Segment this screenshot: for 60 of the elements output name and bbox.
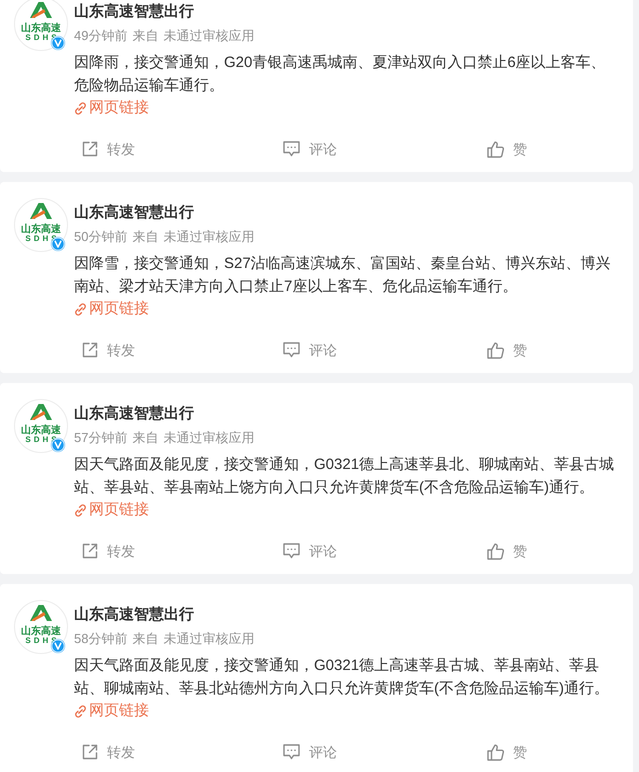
logo-text: 山东高速 — [21, 626, 61, 637]
web-link[interactable]: 网页链接 — [74, 700, 149, 722]
speech-bubble-icon — [283, 543, 300, 559]
logo-mark-icon — [30, 404, 52, 420]
web-link[interactable]: 网页链接 — [74, 499, 149, 521]
source-label: 来自 — [132, 228, 158, 246]
post-time[interactable]: 50分钟前 — [74, 228, 128, 246]
logo-text: 山东高速 — [21, 224, 61, 235]
thumbs-up-icon — [487, 342, 504, 358]
repost-button[interactable]: 转发 — [82, 335, 135, 365]
post-text: 因天气路面及能见度，接交警通知，G0321德上高速莘县古城、莘县南站、莘县站、聊城南站、莘县北站德州方向入口只允许黄牌货车(不含危险品运输车)通行。 — [74, 656, 610, 699]
speech-bubble-icon — [283, 141, 300, 157]
post-source: 未通过审核应用 — [163, 630, 254, 648]
post-source: 未通过审核应用 — [163, 429, 254, 447]
comment-button[interactable]: 评论 — [283, 737, 337, 767]
arrow-out-of-box-icon — [82, 141, 98, 157]
repost-button[interactable]: 转发 — [82, 536, 135, 566]
like-button[interactable]: 赞 — [487, 536, 527, 566]
chain-link-icon — [74, 102, 87, 114]
arrow-out-of-box-icon — [82, 744, 98, 760]
logo-text: 山东高速 — [21, 23, 61, 34]
chain-link-icon — [74, 704, 87, 718]
arrow-out-of-box-icon — [82, 543, 98, 559]
post-text: 因降雨，接交警通知，G20青银高速禹城南、夏津站双向入口禁止6座以上客车、危险物品运输车通行。 — [74, 53, 607, 96]
logo-mark-icon — [30, 203, 52, 219]
speech-bubble-icon — [283, 744, 300, 760]
post-text: 因天气路面及能见度，接交警通知，G0321德上高速莘县北、聊城南站、莘县古城站、莘县站、莘县南站上饶方向入口只允许黄牌货车(不含危险品运输车)通行。 — [74, 455, 616, 498]
repost-button[interactable]: 转发 — [82, 737, 135, 767]
post-source: 未通过审核应用 — [163, 27, 254, 45]
like-button[interactable]: 赞 — [487, 737, 527, 767]
arrow-out-of-box-icon — [82, 342, 98, 358]
thumbs-up-icon — [487, 744, 504, 760]
thumbs-up-icon — [487, 542, 504, 560]
comment-button[interactable]: 评论 — [283, 134, 337, 164]
like-button[interactable]: 赞 — [487, 134, 527, 164]
logo-text: 山东高速 — [21, 425, 61, 436]
web-link[interactable]: 网页链接 — [74, 97, 149, 119]
web-link[interactable]: 网页链接 — [74, 298, 149, 320]
comment-button[interactable]: 评论 — [283, 536, 337, 566]
post-text: 因降雪，接交警通知，S27沾临高速滨城东、富国站、秦皇台站、博兴东站、博兴南站、梁才站天津方向入口禁止7座以上客车、危化品运输车通行。 — [74, 254, 612, 297]
source-label: 来自 — [132, 630, 158, 648]
chain-link-icon — [74, 504, 87, 516]
author-name[interactable]: 山东高速智慧出行 — [74, 404, 194, 424]
speech-bubble-icon — [283, 342, 300, 358]
logo-mark-icon — [30, 2, 52, 18]
post-time[interactable]: 57分钟前 — [74, 429, 128, 447]
source-label: 来自 — [132, 429, 158, 447]
like-button[interactable]: 赞 — [487, 335, 527, 365]
post-time[interactable]: 49分钟前 — [74, 27, 128, 45]
repost-button[interactable]: 转发 — [82, 134, 135, 164]
thumbs-up-icon — [487, 140, 504, 158]
author-name[interactable]: 山东高速智慧出行 — [74, 605, 194, 625]
author-name[interactable]: 山东高速智慧出行 — [74, 203, 194, 223]
chain-link-icon — [74, 302, 87, 316]
comment-button[interactable]: 评论 — [283, 335, 337, 365]
author-name[interactable]: 山东高速智慧出行 — [74, 2, 194, 22]
source-label: 来自 — [132, 27, 158, 45]
logo-mark-icon — [30, 605, 52, 621]
post-source: 未通过审核应用 — [163, 228, 254, 246]
post-time[interactable]: 58分钟前 — [74, 630, 128, 648]
